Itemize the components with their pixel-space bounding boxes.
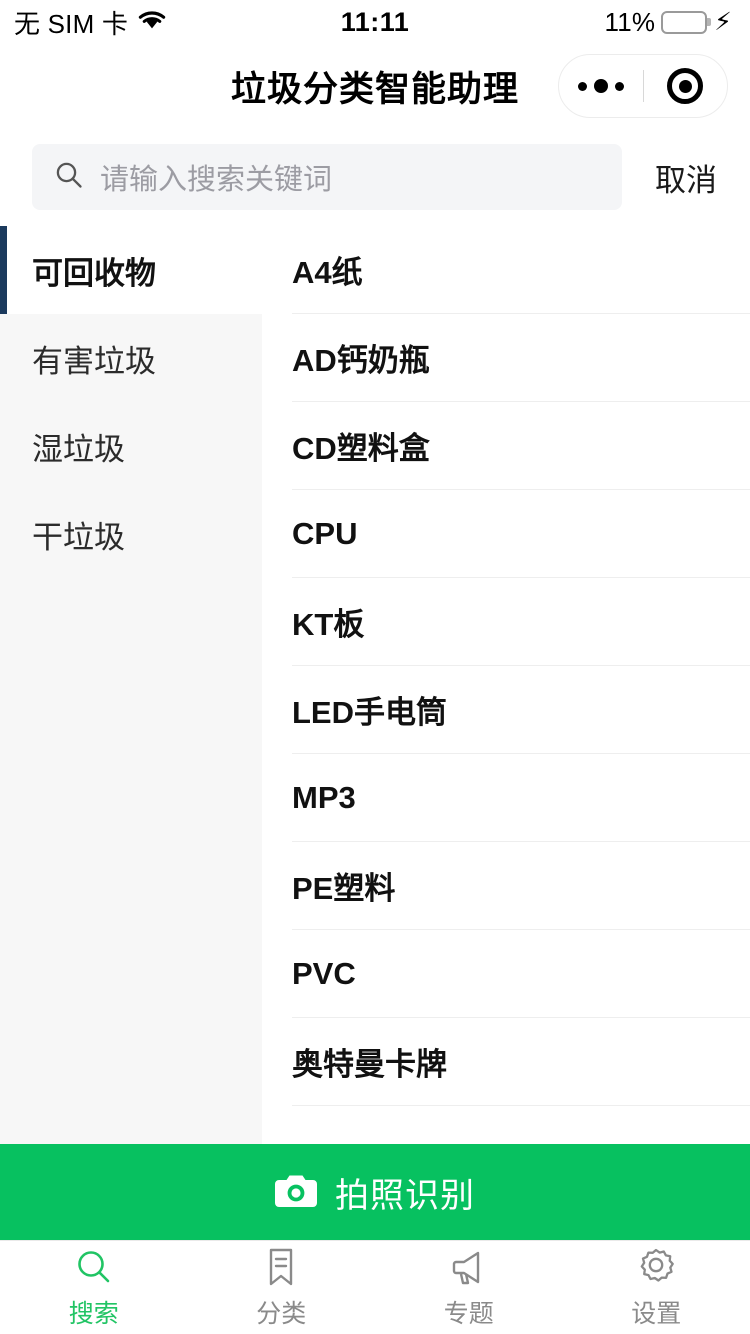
target-circle-icon[interactable] (644, 68, 728, 104)
battery-percent-label: 11% (604, 6, 656, 37)
search-icon (74, 1246, 114, 1288)
sidebar-item-label: 干垃圾 (32, 519, 125, 555)
sidebar-item-2[interactable]: 湿垃圾 (0, 402, 262, 490)
sidebar-item-0[interactable]: 可回收物 (0, 226, 262, 314)
list-item[interactable]: CD塑料盒 (292, 402, 750, 490)
tab-label: 专题 (443, 1299, 494, 1328)
category-sidebar[interactable]: 可回收物有害垃圾湿垃圾干垃圾 (0, 226, 262, 1144)
tab-label: 设置 (631, 1299, 682, 1328)
tab-分类[interactable]: 分类 (188, 1246, 376, 1330)
tab-bar[interactable]: 搜索 分类 专题 设置 (0, 1240, 750, 1334)
sidebar-item-label: 湿垃圾 (32, 431, 125, 467)
list-item-label: PE塑料 (292, 871, 396, 906)
list-item[interactable]: MP3 (292, 754, 750, 842)
tab-label: 分类 (256, 1299, 307, 1328)
list-item-label: CPU (292, 515, 358, 551)
status-bar-left: 无 SIM 卡 (14, 4, 167, 41)
search-input-wrapper[interactable]: 请输入搜索关键词 (32, 144, 622, 210)
wechat-capsule[interactable] (558, 54, 728, 118)
list-item-label: AD钙奶瓶 (292, 343, 430, 378)
cancel-button[interactable]: 取消 (622, 155, 750, 200)
photo-recognition-button[interactable]: 拍照识别 (0, 1144, 750, 1240)
sidebar-item-label: 有害垃圾 (32, 343, 156, 379)
battery-icon (661, 10, 712, 34)
app-screen: 无 SIM 卡 11:11 11% ⚡ 垃圾分类智能助理 请输入搜索关键词 取消… (0, 0, 750, 1334)
list-item-label: PVC (292, 955, 356, 991)
page-title: 垃圾分类智能助理 (230, 69, 519, 109)
nav-bar: 垃圾分类智能助理 (0, 44, 750, 128)
sidebar-item-1[interactable]: 有害垃圾 (0, 314, 262, 402)
status-bar-right: 11% ⚡ (605, 7, 732, 38)
sidebar-item-3[interactable]: 干垃圾 (0, 490, 262, 578)
more-dots-icon[interactable] (559, 79, 643, 93)
search-bar: 请输入搜索关键词 取消 (0, 128, 750, 226)
list-item-label: MP3 (292, 779, 356, 815)
list-item[interactable]: AD钙奶瓶 (292, 314, 750, 402)
bookmark-list-icon (261, 1246, 301, 1288)
list-item[interactable]: KT板 (292, 578, 750, 666)
gear-icon (635, 1246, 677, 1288)
list-item-label: KT板 (292, 607, 365, 642)
status-bar: 无 SIM 卡 11:11 11% ⚡ (0, 0, 750, 44)
clock-label: 11:11 (340, 6, 410, 37)
wifi-icon (137, 7, 167, 38)
photo-recognition-label: 拍照识别 (335, 1176, 475, 1215)
list-item[interactable]: 奥特曼卡牌 (292, 1018, 750, 1106)
search-icon (54, 160, 84, 195)
tab-设置[interactable]: 设置 (563, 1246, 750, 1330)
list-item[interactable]: PE塑料 (292, 842, 750, 930)
camera-icon (275, 1172, 317, 1213)
item-list[interactable]: A4纸 AD钙奶瓶 CD塑料盒 CPU KT板 LED手电筒 MP3 PE塑料 PVC 奥特曼卡牌 (262, 226, 750, 1144)
tab-搜索[interactable]: 搜索 (0, 1246, 188, 1330)
list-item[interactable]: A4纸 (292, 226, 750, 314)
list-item[interactable]: PVC (292, 930, 750, 1018)
list-item-label: LED手电筒 (292, 695, 447, 730)
tab-label: 搜索 (68, 1299, 119, 1328)
list-item-label: 奥特曼卡牌 (292, 1047, 447, 1082)
list-item[interactable]: CPU (292, 490, 750, 578)
list-item-label: A4纸 (292, 255, 363, 290)
carrier-label: 无 SIM 卡 (14, 8, 129, 39)
sidebar-item-label: 可回收物 (32, 255, 156, 291)
lightning-bolt-icon: ⚡ (714, 7, 732, 36)
content-area: 可回收物有害垃圾湿垃圾干垃圾 A4纸 AD钙奶瓶 CD塑料盒 CPU KT板 LED手电筒… (0, 226, 750, 1144)
list-item-label: CD塑料盒 (292, 431, 430, 466)
tab-专题[interactable]: 专题 (375, 1246, 563, 1330)
search-input[interactable]: 请输入搜索关键词 (100, 156, 332, 198)
list-item[interactable]: LED手电筒 (292, 666, 750, 754)
megaphone-icon (448, 1246, 490, 1288)
